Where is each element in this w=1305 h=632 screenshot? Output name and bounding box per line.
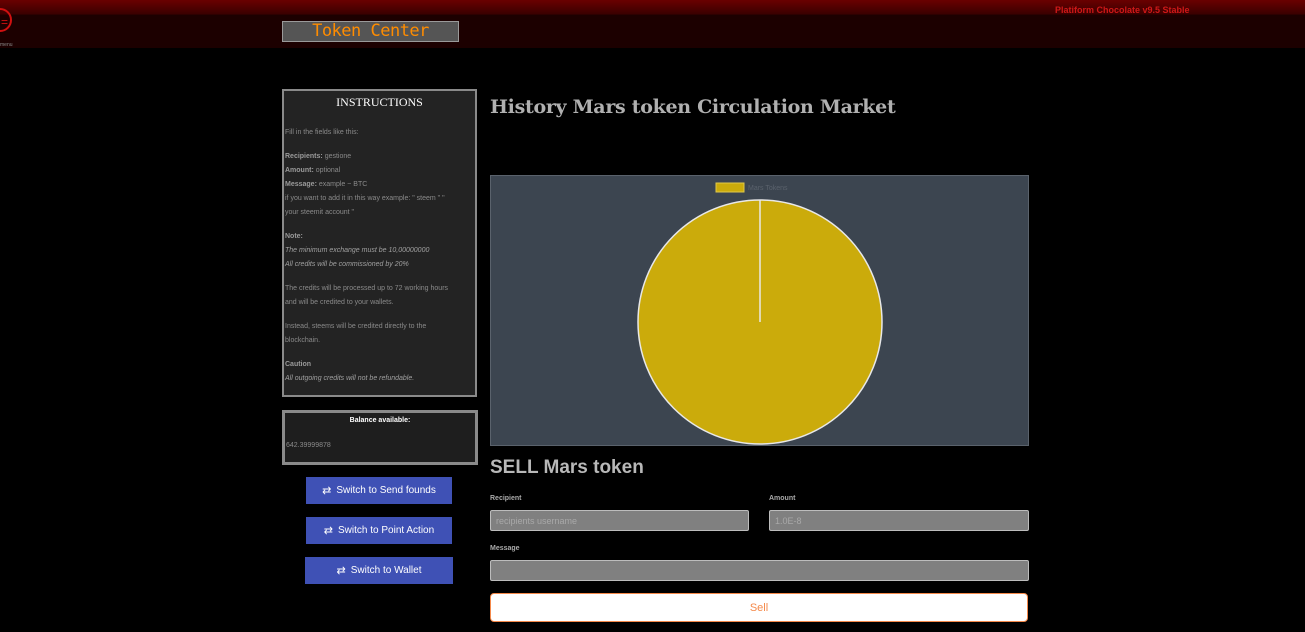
instructions-title: INSTRUCTIONS bbox=[336, 95, 423, 109]
amount-value: optional bbox=[315, 167, 341, 174]
note-line-1: The minimum exchange must be 10,00000000 bbox=[285, 247, 430, 254]
balance-panel: Balance available: 642.39999878 bbox=[282, 410, 478, 465]
switch-send-founds-button[interactable]: ⇄ Switch to Send founds bbox=[306, 477, 452, 504]
version-label: Platiform Chocolate v9.5 Stable bbox=[1055, 5, 1190, 15]
swap-arrows-icon: ⇄ bbox=[336, 565, 346, 577]
page-title: History Mars token Circulation Market bbox=[490, 96, 896, 118]
caution-text: All outgoing credits will not be refunda… bbox=[285, 375, 415, 382]
balance-title: Balance available: bbox=[349, 417, 411, 424]
amount-key: Amount: bbox=[285, 167, 314, 174]
pie-chart-container: Mars Tokens bbox=[490, 175, 1029, 446]
note-key: Note: bbox=[285, 233, 303, 240]
menu-glyph: = bbox=[0, 15, 8, 29]
instructions-steems-1: Instead, steems will be credited directl… bbox=[285, 323, 427, 330]
instructions-steems-2: blockchain. bbox=[285, 337, 321, 344]
message-input[interactable] bbox=[490, 560, 1029, 581]
instructions-note-1: The minimum exchange must be 10,00000000 bbox=[285, 244, 429, 258]
instructions-panel: INSTRUCTIONS Fill in the fields like thi… bbox=[282, 89, 477, 397]
instructions-add-line-2: your steemit account " bbox=[285, 209, 355, 216]
instructions-note-label: Note: bbox=[285, 230, 303, 244]
instructions-caution-label: Caution bbox=[285, 358, 311, 372]
switch-send-founds-label: Switch to Send founds bbox=[336, 485, 436, 496]
caution-key: Caution bbox=[285, 361, 312, 368]
switch-point-action-button[interactable]: ⇄ Switch to Point Action bbox=[306, 517, 452, 544]
instructions-message: Message: example ~ BTC bbox=[285, 178, 367, 192]
message-label: Message bbox=[490, 545, 520, 552]
app-logo[interactable]: Token Center bbox=[282, 21, 459, 42]
sell-button[interactable]: Sell bbox=[490, 593, 1028, 622]
instructions-caution-text: All outgoing credits will not be refunda… bbox=[285, 372, 414, 386]
amount-input[interactable] bbox=[769, 510, 1029, 531]
message-key: Message: bbox=[285, 181, 317, 188]
swap-arrows-icon: ⇄ bbox=[323, 525, 334, 537]
sell-title: SELL Mars token bbox=[490, 457, 644, 478]
balance-value: 642.39999878 bbox=[286, 442, 331, 449]
top-bar-lower bbox=[0, 15, 1305, 48]
instructions-processed-2: and will be credited to your wallets. bbox=[285, 299, 394, 306]
legend-swatch[interactable] bbox=[715, 182, 745, 193]
instructions-recipients: Recipients: gestione bbox=[285, 150, 351, 164]
instructions-note-2: All credits will be commissioned by 20% bbox=[285, 258, 409, 272]
switch-point-action-label: Switch to Point Action bbox=[338, 525, 435, 536]
message-value: example ~ BTC bbox=[318, 181, 368, 188]
instructions-processed-1: The credits will be processed up to 72 w… bbox=[285, 285, 449, 292]
recipients-key: Recipients: bbox=[285, 153, 323, 160]
amount-label: Amount bbox=[769, 495, 796, 502]
switch-wallet-label: Switch to Wallet bbox=[350, 565, 422, 576]
swap-arrows-icon: ⇄ bbox=[322, 485, 332, 497]
legend-label[interactable]: Mars Tokens bbox=[748, 185, 788, 192]
menu-caption: menu bbox=[0, 42, 13, 48]
recipient-label: Recipient bbox=[490, 495, 522, 502]
instructions-add-line-1: if you want to add it in this way exampl… bbox=[285, 195, 445, 202]
switch-wallet-button[interactable]: ⇄ Switch to Wallet bbox=[305, 557, 453, 584]
recipients-value: gestione bbox=[324, 153, 352, 160]
instructions-amount: Amount: optional bbox=[285, 164, 340, 178]
pie-chart: Mars Tokens bbox=[637, 182, 883, 445]
instructions-intro: Fill in the fields like this: bbox=[285, 129, 359, 136]
note-line-2: All credits will be commissioned by 20% bbox=[285, 261, 409, 268]
recipient-input[interactable] bbox=[490, 510, 749, 531]
